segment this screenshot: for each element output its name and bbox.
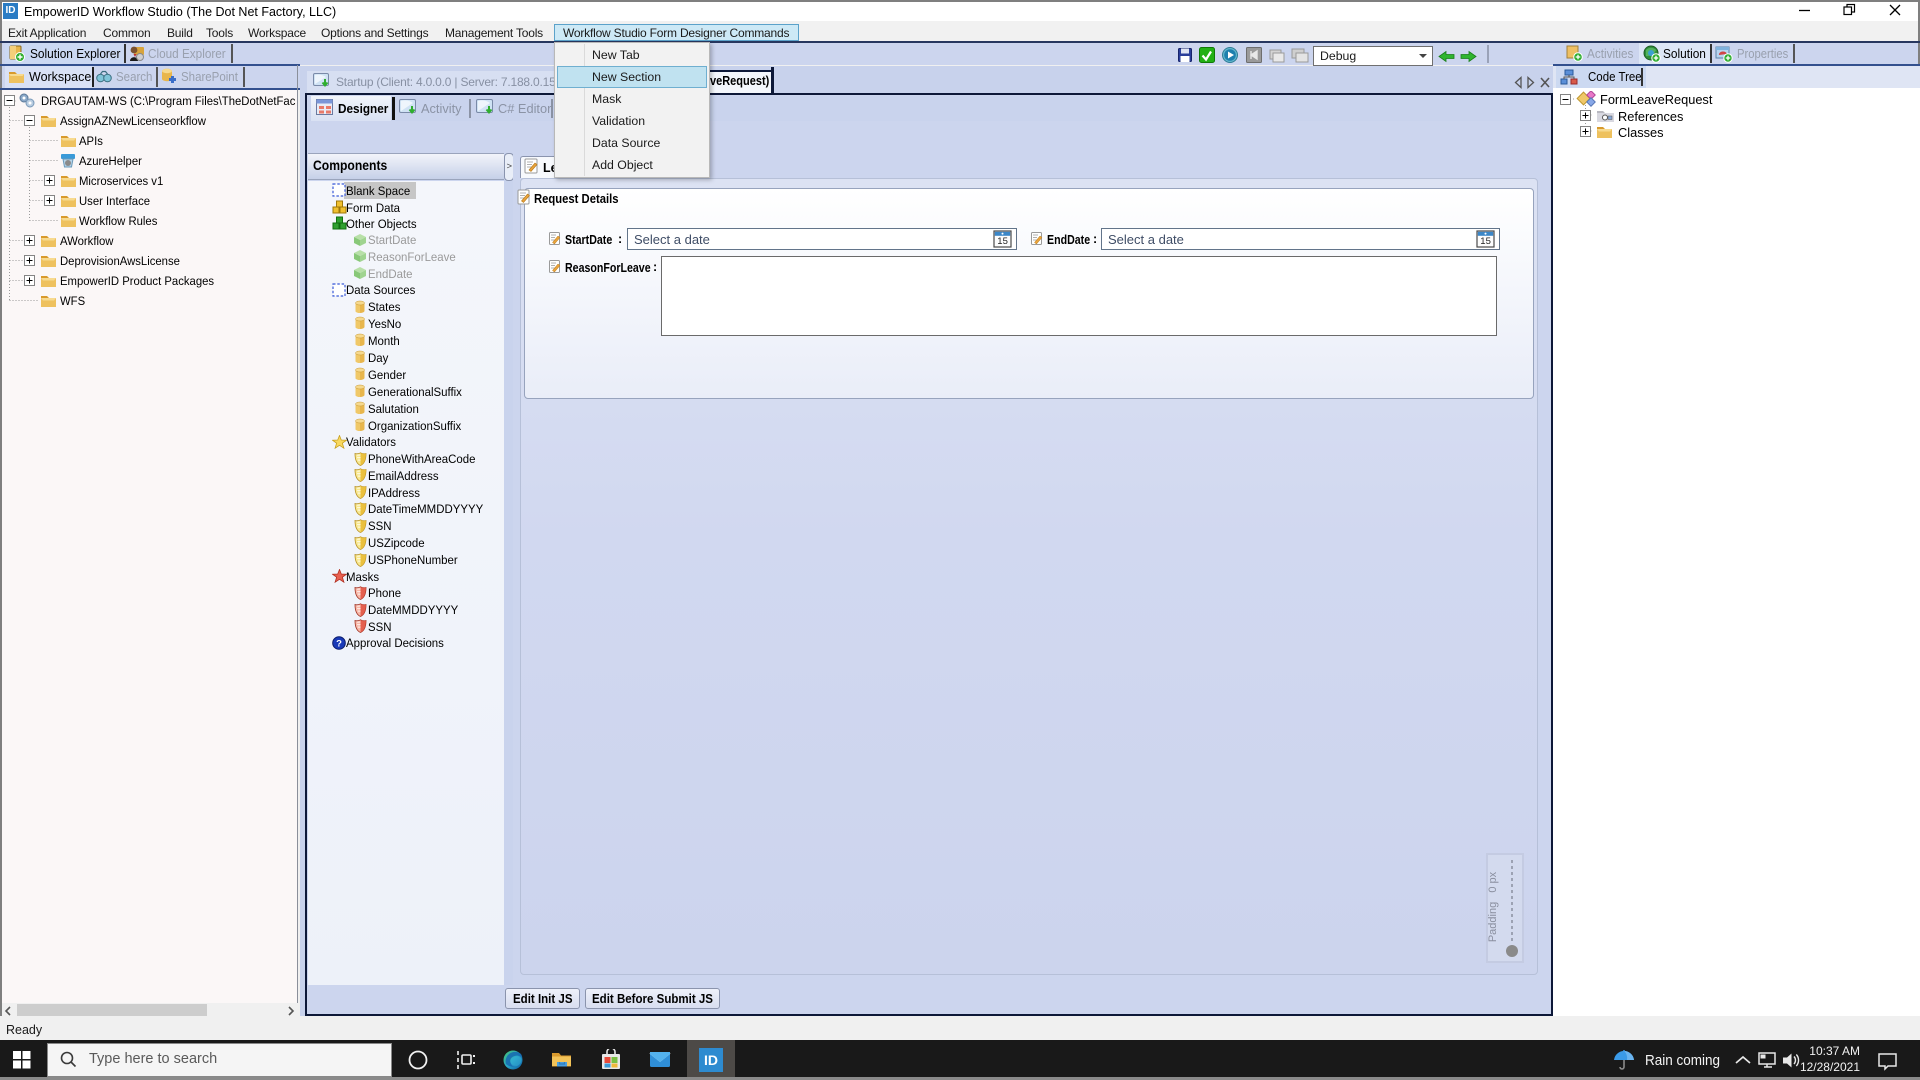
svg-text:?: ? [336,638,342,649]
svg-text:15: 15 [1480,236,1491,247]
svg-text:15: 15 [997,236,1008,247]
